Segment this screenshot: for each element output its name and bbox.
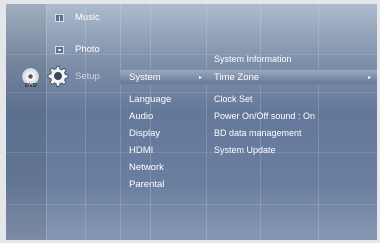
category-item[interactable]: Parental [129,178,164,191]
disc-label: DVD [25,83,38,89]
main-menu-music[interactable]: Music [75,11,100,24]
submenu-power-sound[interactable]: Power On/Off sound [214,110,295,123]
main-menu-photo[interactable]: Photo [75,43,100,56]
chevron-right-icon: ▸ [199,75,203,81]
row-divider [6,204,377,205]
setup-menu-screen: Music Photo DVD Setup System ▸ Language … [6,4,377,240]
category-item[interactable]: Audio [129,110,153,123]
category-item[interactable]: Display [129,127,160,140]
submenu-clock-set[interactable]: Clock Set [214,93,253,106]
row-divider [6,152,377,153]
submenu-time-zone[interactable]: Time Zone [214,71,259,84]
main-menu-setup[interactable]: Setup [75,70,100,83]
category-item[interactable]: Network [129,161,164,174]
submenu-bd-data[interactable]: BD data management [214,127,302,140]
power-sound-value: : On [298,111,316,121]
category-item[interactable]: HDMI [129,144,153,157]
category-item[interactable]: Language [129,93,171,106]
gear-icon [47,66,69,87]
photo-icon [55,46,64,54]
submenu-system-update[interactable]: System Update [214,144,276,157]
submenu-header[interactable]: System Information [214,53,292,66]
music-icon [55,14,64,22]
category-system[interactable]: System [129,71,161,84]
chevron-right-icon: ▸ [368,75,372,81]
row-divider [6,54,377,55]
row-divider [6,92,377,93]
